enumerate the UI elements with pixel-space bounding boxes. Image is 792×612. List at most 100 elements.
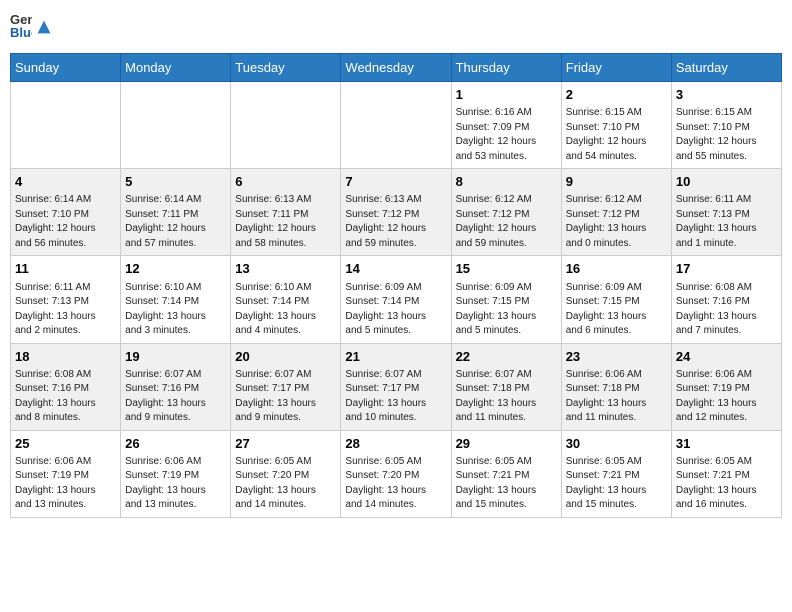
day-number: 24	[676, 348, 777, 366]
day-of-week-header: Thursday	[451, 54, 561, 82]
calendar-cell: 1 Sunrise: 6:16 AM Sunset: 7:09 PM Daylig…	[451, 82, 561, 169]
day-number: 6	[235, 173, 336, 191]
logo-icon: General Blue	[10, 10, 32, 38]
cell-sun-info: Sunrise: 6:11 AM Sunset: 7:13 PM Dayligh…	[15, 281, 116, 339]
calendar-cell: 12 Sunrise: 6:10 AM Sunset: 7:14 PM Dayli…	[121, 256, 231, 343]
cell-sun-info: Sunrise: 6:09 AM Sunset: 7:14 PM Dayligh…	[345, 281, 446, 339]
day-number: 20	[235, 348, 336, 366]
cell-sun-info: Sunrise: 6:05 AM Sunset: 7:20 PM Dayligh…	[235, 455, 336, 513]
day-of-week-header: Monday	[121, 54, 231, 82]
day-number: 12	[125, 260, 226, 278]
day-number: 16	[566, 260, 667, 278]
day-of-week-header: Friday	[561, 54, 671, 82]
day-number: 27	[235, 435, 336, 453]
calendar-cell: 23 Sunrise: 6:06 AM Sunset: 7:18 PM Dayli…	[561, 343, 671, 430]
day-number: 28	[345, 435, 446, 453]
day-number: 29	[456, 435, 557, 453]
calendar-cell: 21Sunrise: 6:07 AM Sunset: 7:17 PM Dayli…	[341, 343, 451, 430]
calendar-table: SundayMondayTuesdayWednesdayThursdayFrid…	[10, 53, 782, 518]
cell-sun-info: Sunrise: 6:07 AM Sunset: 7:18 PM Dayligh…	[456, 368, 557, 426]
cell-sun-info: Sunrise: 6:12 AM Sunset: 7:12 PM Dayligh…	[456, 193, 557, 251]
calendar-cell: 18Sunrise: 6:08 AM Sunset: 7:16 PM Dayli…	[11, 343, 121, 430]
calendar-cell: 24Sunrise: 6:06 AM Sunset: 7:19 PM Dayli…	[671, 343, 781, 430]
logo-triangle-icon	[36, 19, 52, 35]
calendar-cell: 13 Sunrise: 6:10 AM Sunset: 7:14 PM Dayli…	[231, 256, 341, 343]
day-number: 8	[456, 173, 557, 191]
calendar-cell: 8 Sunrise: 6:12 AM Sunset: 7:12 PM Daylig…	[451, 169, 561, 256]
calendar-cell: 5Sunrise: 6:14 AM Sunset: 7:11 PM Daylig…	[121, 169, 231, 256]
calendar-cell: 14Sunrise: 6:09 AM Sunset: 7:14 PM Dayli…	[341, 256, 451, 343]
svg-text:Blue: Blue	[10, 25, 32, 38]
day-number: 2	[566, 86, 667, 104]
cell-sun-info: Sunrise: 6:15 AM Sunset: 7:10 PM Dayligh…	[676, 106, 777, 164]
calendar-cell: 29 Sunrise: 6:05 AM Sunset: 7:21 PM Dayli…	[451, 430, 561, 517]
day-number: 15	[456, 260, 557, 278]
day-number: 18	[15, 348, 116, 366]
day-of-week-header: Tuesday	[231, 54, 341, 82]
page-header: General Blue	[10, 10, 782, 43]
calendar-cell: 3Sunrise: 6:15 AM Sunset: 7:10 PM Daylig…	[671, 82, 781, 169]
day-number: 10	[676, 173, 777, 191]
cell-sun-info: Sunrise: 6:05 AM Sunset: 7:21 PM Dayligh…	[566, 455, 667, 513]
cell-sun-info: Sunrise: 6:15 AM Sunset: 7:10 PM Dayligh…	[566, 106, 667, 164]
calendar-cell: 17Sunrise: 6:08 AM Sunset: 7:16 PM Dayli…	[671, 256, 781, 343]
day-number: 30	[566, 435, 667, 453]
day-number: 23	[566, 348, 667, 366]
calendar-cell: 4 Sunrise: 6:14 AM Sunset: 7:10 PM Daylig…	[11, 169, 121, 256]
calendar-week-row: 4 Sunrise: 6:14 AM Sunset: 7:10 PM Daylig…	[11, 169, 782, 256]
cell-sun-info: Sunrise: 6:05 AM Sunset: 7:21 PM Dayligh…	[676, 455, 777, 513]
calendar-cell: 11 Sunrise: 6:11 AM Sunset: 7:13 PM Dayli…	[11, 256, 121, 343]
day-number: 22	[456, 348, 557, 366]
calendar-week-row: 1 Sunrise: 6:16 AM Sunset: 7:09 PM Daylig…	[11, 82, 782, 169]
calendar-cell: 6 Sunrise: 6:13 AM Sunset: 7:11 PM Daylig…	[231, 169, 341, 256]
cell-sun-info: Sunrise: 6:09 AM Sunset: 7:15 PM Dayligh…	[566, 281, 667, 339]
day-number: 19	[125, 348, 226, 366]
cell-sun-info: Sunrise: 6:12 AM Sunset: 7:12 PM Dayligh…	[566, 193, 667, 251]
day-number: 17	[676, 260, 777, 278]
calendar-cell: 10 Sunrise: 6:11 AM Sunset: 7:13 PM Dayli…	[671, 169, 781, 256]
calendar-week-row: 25 Sunrise: 6:06 AM Sunset: 7:19 PM Dayli…	[11, 430, 782, 517]
calendar-week-row: 18Sunrise: 6:08 AM Sunset: 7:16 PM Dayli…	[11, 343, 782, 430]
day-of-week-header: Saturday	[671, 54, 781, 82]
calendar-cell	[341, 82, 451, 169]
calendar-cell: 26 Sunrise: 6:06 AM Sunset: 7:19 PM Dayli…	[121, 430, 231, 517]
cell-sun-info: Sunrise: 6:09 AM Sunset: 7:15 PM Dayligh…	[456, 281, 557, 339]
cell-sun-info: Sunrise: 6:16 AM Sunset: 7:09 PM Dayligh…	[456, 106, 557, 164]
day-number: 7	[345, 173, 446, 191]
calendar-cell: 30 Sunrise: 6:05 AM Sunset: 7:21 PM Dayli…	[561, 430, 671, 517]
cell-sun-info: Sunrise: 6:13 AM Sunset: 7:12 PM Dayligh…	[345, 193, 446, 251]
cell-sun-info: Sunrise: 6:06 AM Sunset: 7:18 PM Dayligh…	[566, 368, 667, 426]
calendar-cell: 9Sunrise: 6:12 AM Sunset: 7:12 PM Daylig…	[561, 169, 671, 256]
cell-sun-info: Sunrise: 6:05 AM Sunset: 7:21 PM Dayligh…	[456, 455, 557, 513]
calendar-cell	[121, 82, 231, 169]
day-number: 26	[125, 435, 226, 453]
day-number: 11	[15, 260, 116, 278]
cell-sun-info: Sunrise: 6:14 AM Sunset: 7:11 PM Dayligh…	[125, 193, 226, 251]
cell-sun-info: Sunrise: 6:10 AM Sunset: 7:14 PM Dayligh…	[125, 281, 226, 339]
logo: General Blue	[10, 10, 52, 43]
calendar-cell: 15 Sunrise: 6:09 AM Sunset: 7:15 PM Dayli…	[451, 256, 561, 343]
cell-sun-info: Sunrise: 6:14 AM Sunset: 7:10 PM Dayligh…	[15, 193, 116, 251]
day-number: 13	[235, 260, 336, 278]
calendar-cell	[11, 82, 121, 169]
calendar-cell: 19 Sunrise: 6:07 AM Sunset: 7:16 PM Dayli…	[121, 343, 231, 430]
calendar-cell: 7 Sunrise: 6:13 AM Sunset: 7:12 PM Daylig…	[341, 169, 451, 256]
cell-sun-info: Sunrise: 6:07 AM Sunset: 7:16 PM Dayligh…	[125, 368, 226, 426]
cell-sun-info: Sunrise: 6:06 AM Sunset: 7:19 PM Dayligh…	[15, 455, 116, 513]
day-number: 1	[456, 86, 557, 104]
day-number: 21	[345, 348, 446, 366]
cell-sun-info: Sunrise: 6:13 AM Sunset: 7:11 PM Dayligh…	[235, 193, 336, 251]
calendar-cell: 16 Sunrise: 6:09 AM Sunset: 7:15 PM Dayli…	[561, 256, 671, 343]
day-number: 25	[15, 435, 116, 453]
calendar-cell: 25 Sunrise: 6:06 AM Sunset: 7:19 PM Dayli…	[11, 430, 121, 517]
day-number: 31	[676, 435, 777, 453]
cell-sun-info: Sunrise: 6:06 AM Sunset: 7:19 PM Dayligh…	[125, 455, 226, 513]
day-number: 4	[15, 173, 116, 191]
day-of-week-header: Sunday	[11, 54, 121, 82]
cell-sun-info: Sunrise: 6:07 AM Sunset: 7:17 PM Dayligh…	[235, 368, 336, 426]
cell-sun-info: Sunrise: 6:10 AM Sunset: 7:14 PM Dayligh…	[235, 281, 336, 339]
calendar-cell: 22 Sunrise: 6:07 AM Sunset: 7:18 PM Dayli…	[451, 343, 561, 430]
day-of-week-header: Wednesday	[341, 54, 451, 82]
calendar-cell: 28Sunrise: 6:05 AM Sunset: 7:20 PM Dayli…	[341, 430, 451, 517]
cell-sun-info: Sunrise: 6:11 AM Sunset: 7:13 PM Dayligh…	[676, 193, 777, 251]
